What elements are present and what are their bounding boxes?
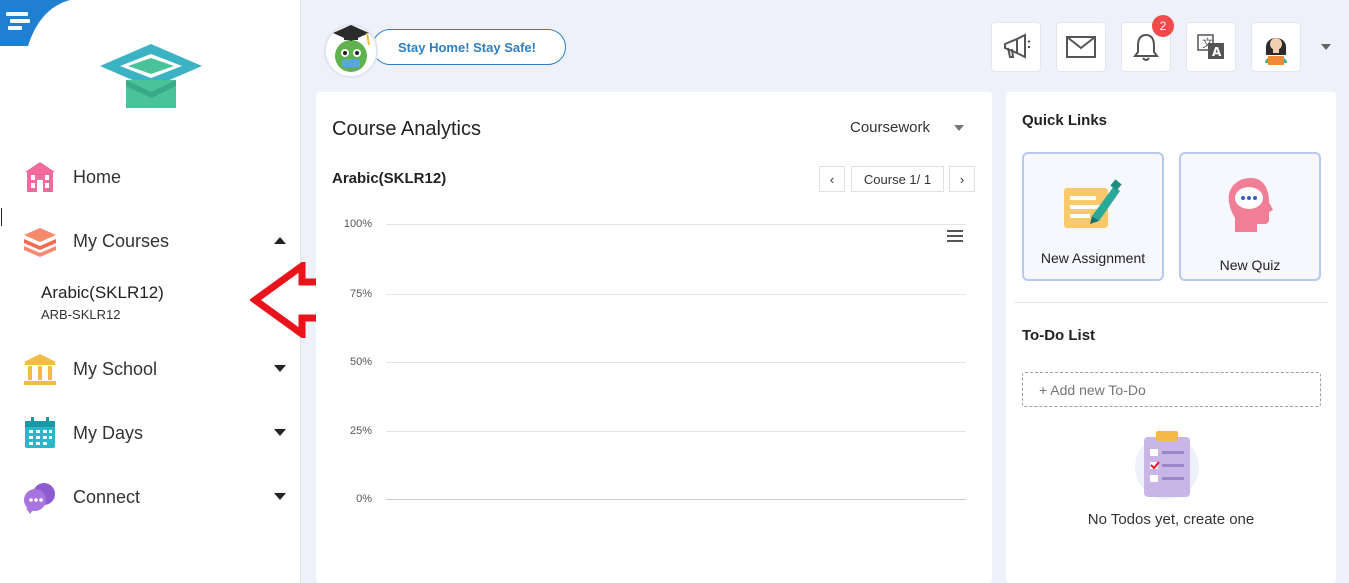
sidebar-item-connect[interactable]: Connect — [22, 479, 292, 515]
profile-button[interactable] — [1251, 22, 1301, 72]
announcements-button[interactable] — [991, 22, 1041, 72]
sidebar-item-label: Home — [73, 166, 122, 187]
bell-icon — [1133, 33, 1159, 61]
next-course-button[interactable]: › — [949, 166, 975, 192]
sidebar-item-label: My Days — [73, 422, 144, 443]
coursework-filter-select[interactable]: Coursework — [850, 119, 930, 136]
chart-gridline — [386, 224, 966, 225]
sidebar-item-label: Connect — [73, 486, 141, 507]
course-pager-label: Course 1/ 1 — [851, 166, 944, 192]
language-button[interactable]: 文 A — [1186, 22, 1236, 72]
sidebar-item-label: My Courses — [73, 230, 170, 251]
quiz-thinking-head-icon — [1228, 178, 1273, 232]
mascot-graduate-icon — [324, 24, 378, 78]
chart-gridline — [386, 362, 966, 363]
empty-clipboard-icon — [1135, 431, 1199, 499]
course-name: Arabic(SKLR12) — [41, 283, 164, 302]
chart-course-name: Arabic(SKLR12) — [332, 170, 447, 187]
new-assignment-tile[interactable]: New Assignment — [1022, 152, 1164, 281]
caret-up-icon[interactable] — [274, 237, 286, 244]
y-tick-label: 0% — [356, 493, 372, 505]
calendar-icon — [22, 415, 60, 451]
chart-baseline — [386, 499, 966, 500]
notifications-button[interactable]: 2 — [1121, 15, 1174, 72]
course-code: ARB-SKLR12 — [41, 307, 121, 322]
tile-label: New Assignment — [1040, 250, 1146, 266]
y-tick-label: 50% — [349, 356, 372, 368]
chart-gridline — [386, 294, 966, 295]
institution-icon — [22, 351, 60, 387]
profile-caret-down-icon[interactable] — [1321, 44, 1331, 50]
y-tick-label: 75% — [349, 288, 372, 300]
chart-menu-icon[interactable] — [947, 230, 963, 242]
sidebar-item-home[interactable]: Home — [22, 159, 292, 195]
course-analytics-card: Course Analytics Coursework Arabic(SKLR1… — [316, 92, 992, 583]
school-logo — [100, 44, 202, 108]
prev-course-button[interactable]: ‹ — [819, 166, 845, 192]
megaphone-icon — [1004, 33, 1031, 59]
stay-safe-banner[interactable]: Stay Home! Stay Safe! — [372, 29, 566, 65]
todo-empty-message: No Todos yet, create one — [1087, 511, 1255, 528]
sidebar-item-my-school[interactable]: My School — [22, 351, 292, 387]
svg-text:A: A — [1212, 45, 1222, 59]
caret-down-icon[interactable] — [274, 365, 286, 372]
books-stack-icon — [22, 223, 60, 259]
quick-links-title: Quick Links — [1022, 112, 1108, 129]
todo-title: To-Do List — [1022, 327, 1096, 344]
caret-down-icon[interactable] — [274, 493, 286, 500]
text-cursor — [1, 208, 2, 226]
sidebar-item-my-days[interactable]: My Days — [22, 415, 292, 451]
quick-links-card: Quick Links New Assignment New Quiz To-D… — [1006, 92, 1336, 583]
sidebar-course-item[interactable]: Arabic(SKLR12) ARB-SKLR12 — [41, 283, 241, 322]
messages-button[interactable] — [1056, 22, 1106, 72]
card-title: Course Analytics — [332, 118, 481, 140]
tile-label: New Quiz — [1219, 257, 1281, 273]
sidebar-item-my-courses[interactable]: My Courses — [22, 223, 292, 259]
new-quiz-tile[interactable]: New Quiz — [1179, 152, 1321, 281]
add-todo-input[interactable] — [1022, 372, 1321, 407]
app-corner-logo-icon[interactable] — [0, 0, 70, 46]
section-divider — [1014, 302, 1328, 303]
y-tick-label: 100% — [343, 218, 372, 230]
chat-bubbles-icon — [22, 479, 60, 515]
chart-gridline — [386, 431, 966, 432]
school-building-icon — [22, 159, 60, 195]
y-tick-label: 25% — [349, 425, 372, 437]
mail-icon — [1066, 36, 1096, 58]
user-avatar-icon — [1265, 38, 1287, 65]
caret-down-icon[interactable] — [274, 429, 286, 436]
caret-down-icon[interactable] — [954, 125, 964, 131]
notification-count-badge: 2 — [1152, 15, 1174, 37]
sidebar-item-label: My School — [73, 358, 158, 379]
translate-icon: 文 A — [1197, 34, 1224, 59]
assignment-pen-icon — [1064, 179, 1122, 228]
